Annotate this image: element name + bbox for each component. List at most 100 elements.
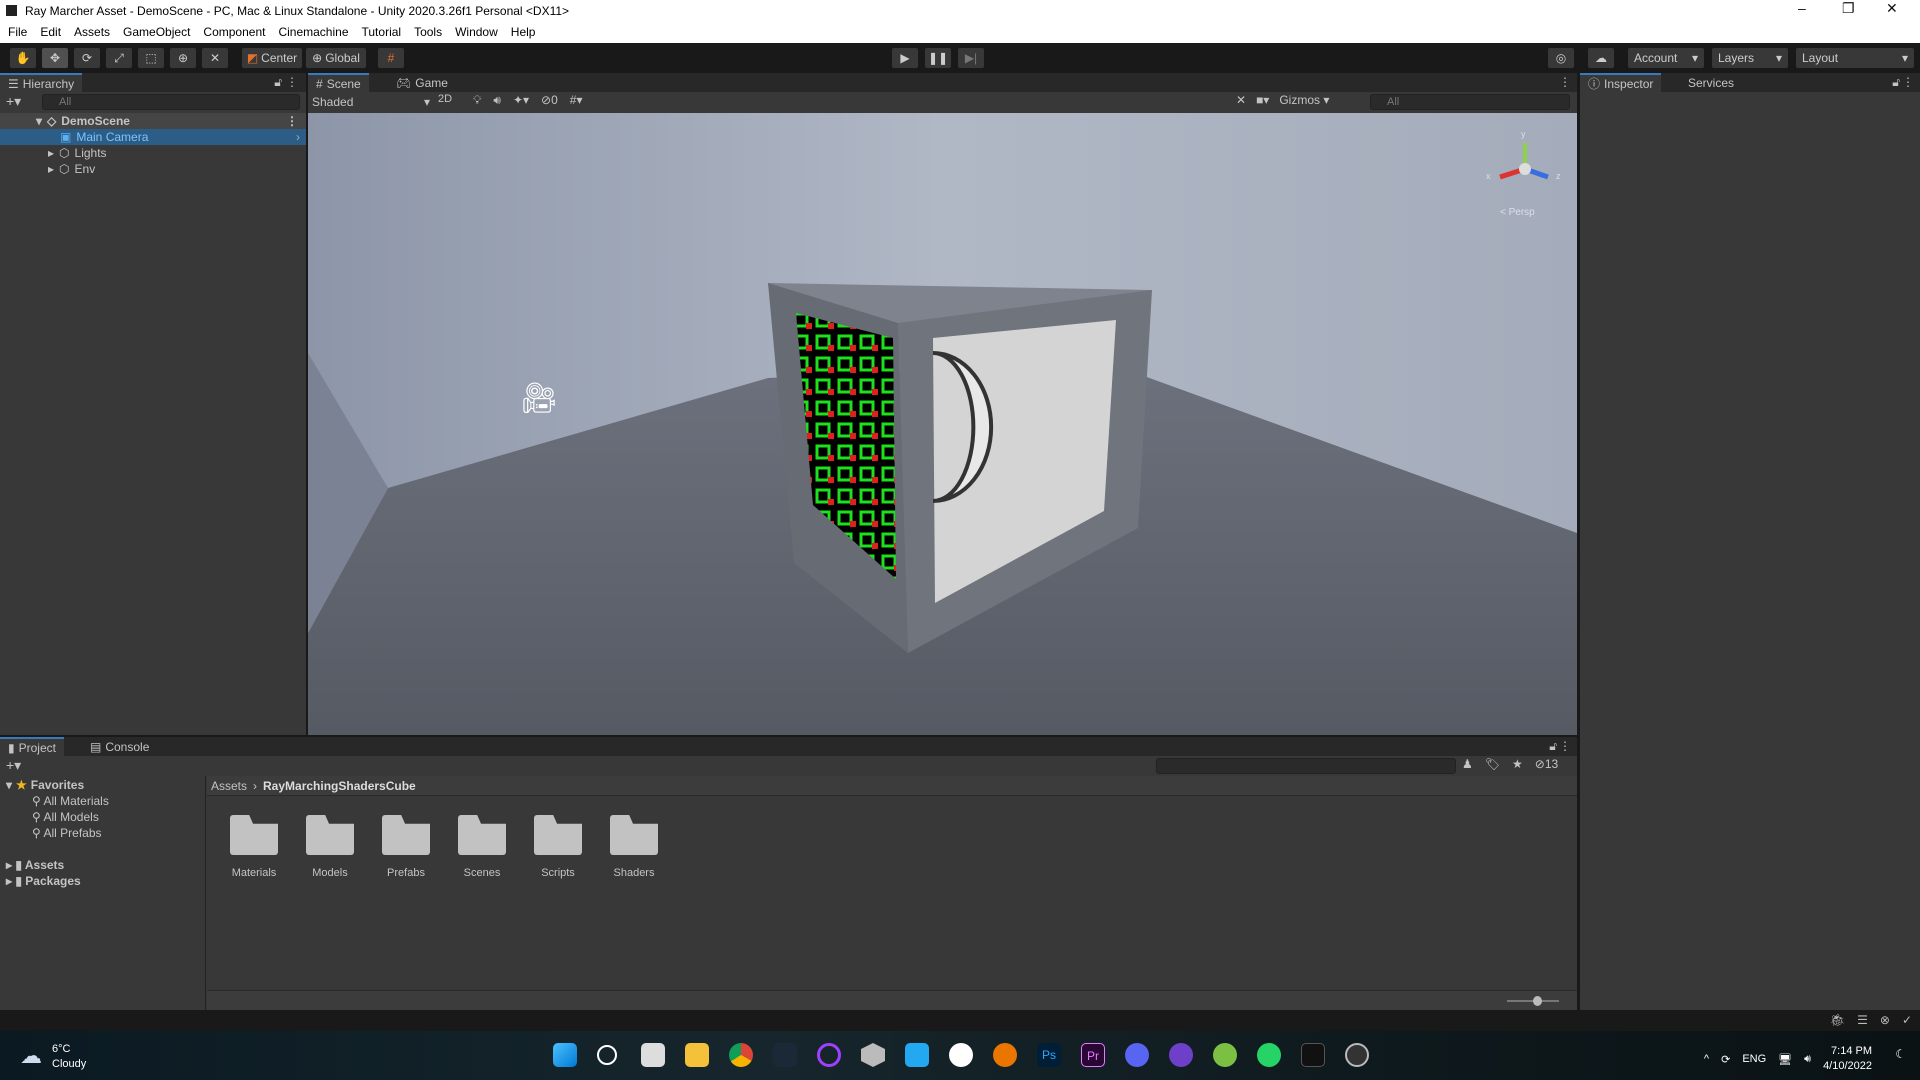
photoshop-icon[interactable]: Ps xyxy=(1037,1043,1061,1067)
menu-help[interactable]: Help xyxy=(511,25,536,39)
lock-icon[interactable]: 🔓︎ xyxy=(274,75,282,90)
favorite-all-materials[interactable]: ⚲ All Materials xyxy=(32,794,109,808)
scene-viewport[interactable]: 🎥︎ y x z < Persp xyxy=(308,113,1577,735)
packages-root[interactable]: ▸ ▮ Packages xyxy=(6,874,81,888)
cloud-icon[interactable]: ☁ xyxy=(1588,48,1614,68)
account-dropdown[interactable]: Account ▾ xyxy=(1628,48,1704,68)
cache-icon[interactable]: ☰ xyxy=(1857,1013,1868,1027)
layers-dropdown[interactable]: Layers ▾ xyxy=(1712,48,1788,68)
favorite-all-models[interactable]: ⚲ All Models xyxy=(32,810,99,824)
file-explorer-icon[interactable] xyxy=(685,1043,709,1067)
tab-console[interactable]: ▤ Console xyxy=(82,737,157,756)
unity-editor-icon[interactable] xyxy=(1301,1043,1325,1067)
filter-type-icon[interactable]: ♟ xyxy=(1462,757,1473,771)
clock[interactable]: 7:14 PM 4/10/2022 xyxy=(1823,1044,1872,1074)
tab-game[interactable]: 🎮︎ Game xyxy=(388,73,456,92)
menu-cinemachine[interactable]: Cinemachine xyxy=(278,25,348,39)
hand-tool-button[interactable]: ✋ xyxy=(10,48,36,68)
folder-scripts[interactable]: Scripts xyxy=(528,815,588,879)
tab-inspector[interactable]: ⓘ Inspector xyxy=(1580,73,1662,92)
network-icon[interactable]: 🖥︎ xyxy=(1778,1053,1792,1066)
folder-materials[interactable]: Materials xyxy=(224,815,284,879)
folder-prefabs[interactable]: Prefabs xyxy=(376,815,436,879)
hierarchy-search-input[interactable]: All xyxy=(42,94,300,110)
2d-toggle[interactable]: 2D xyxy=(438,93,452,105)
utorrent-icon[interactable] xyxy=(1213,1043,1237,1067)
notifications-icon[interactable]: ☾ xyxy=(1895,1047,1906,1061)
sync-icon[interactable]: ⟳ xyxy=(1721,1053,1730,1066)
global-space-toggle[interactable]: ⊕ Global xyxy=(306,48,366,68)
debug-icon[interactable]: 🐞︎ xyxy=(1830,1013,1845,1027)
audio-toggle-icon[interactable]: 🔊︎ xyxy=(493,93,501,108)
favorites-item[interactable]: ▾ ★ Favorites xyxy=(6,778,84,792)
more-icon[interactable]: ⋮ xyxy=(286,75,298,89)
opera-gx-icon[interactable] xyxy=(817,1043,841,1067)
hidden-objects-icon[interactable]: ⊘0 xyxy=(541,93,558,108)
hierarchy-item-lights[interactable]: ▸ ⬡ Lights xyxy=(0,145,306,161)
task-view-icon[interactable] xyxy=(641,1043,665,1067)
obs-icon[interactable] xyxy=(1345,1043,1369,1067)
more-icon[interactable]: ⋮ xyxy=(1902,75,1914,89)
whatsapp-icon[interactable] xyxy=(1257,1043,1281,1067)
folder-scenes[interactable]: Scenes xyxy=(452,815,512,879)
menu-file[interactable]: File xyxy=(8,25,27,39)
scale-tool-button[interactable]: ⤢ xyxy=(106,48,132,68)
lock-icon[interactable]: 🔓︎ xyxy=(1549,739,1557,754)
blender-icon[interactable] xyxy=(993,1043,1017,1067)
scene-search-input[interactable]: All xyxy=(1370,94,1570,110)
favorite-all-prefabs[interactable]: ⚲ All Prefabs xyxy=(32,826,102,840)
volume-icon[interactable]: 🔊︎ xyxy=(1804,1053,1811,1066)
lock-icon[interactable]: 🔓︎ xyxy=(1892,75,1900,90)
effects-toggle-icon[interactable]: ✦▾ xyxy=(513,93,529,108)
breadcrumb-assets[interactable]: Assets xyxy=(211,779,247,793)
hierarchy-item-main-camera[interactable]: ▣ Main Camera › xyxy=(0,129,306,145)
create-button[interactable]: +▾ xyxy=(6,93,21,110)
lighting-toggle-icon[interactable]: 💡︎ xyxy=(473,93,481,108)
weather-cloud-icon[interactable]: ☁ xyxy=(20,1043,42,1069)
minimize-button[interactable]: – xyxy=(1798,0,1806,16)
more-icon[interactable]: ⋮ xyxy=(1559,739,1571,753)
tab-hierarchy[interactable]: ☰ Hierarchy xyxy=(0,73,83,92)
menu-edit[interactable]: Edit xyxy=(40,25,61,39)
move-tool-button[interactable]: ✥ xyxy=(42,48,68,68)
scene-root[interactable]: ▾ ◇ DemoScene ⋮ xyxy=(0,113,306,129)
premiere-pro-icon[interactable]: Pr xyxy=(1081,1043,1105,1067)
pause-button[interactable]: ❚❚ xyxy=(925,48,951,68)
menu-component[interactable]: Component xyxy=(203,25,265,39)
unreal-engine-icon[interactable] xyxy=(949,1043,973,1067)
gizmos-dropdown[interactable]: Gizmos ▾ xyxy=(1279,93,1329,107)
pivot-center-toggle[interactable]: ◩ Center xyxy=(242,48,302,68)
menu-window[interactable]: Window xyxy=(455,25,498,39)
rect-tool-button[interactable]: ⬚ xyxy=(138,48,164,68)
layout-dropdown[interactable]: Layout ▾ xyxy=(1796,48,1914,68)
start-button-icon[interactable] xyxy=(553,1043,577,1067)
github-desktop-icon[interactable] xyxy=(1169,1043,1193,1067)
discord-icon[interactable] xyxy=(1125,1043,1149,1067)
collab-icon[interactable]: ◎ xyxy=(1548,48,1574,68)
play-button[interactable]: ▶ xyxy=(892,48,918,68)
vscode-icon[interactable] xyxy=(905,1043,929,1067)
tools-icon[interactable]: ✕ xyxy=(1236,93,1246,107)
transform-tool-button[interactable]: ⊕ xyxy=(170,48,196,68)
menu-gameobject[interactable]: GameObject xyxy=(123,25,190,39)
hidden-packages-icon[interactable]: ⊘13 xyxy=(1535,757,1558,771)
assets-root[interactable]: ▸ ▮ Assets xyxy=(6,858,64,872)
auto-generate-lighting-icon[interactable]: ⊗ xyxy=(1880,1013,1890,1027)
folder-models[interactable]: Models xyxy=(300,815,360,879)
search-icon[interactable] xyxy=(597,1045,617,1065)
menu-tools[interactable]: Tools xyxy=(414,25,442,39)
label-icon[interactable]: 🏷︎ xyxy=(1485,757,1500,771)
maximize-button[interactable]: ❐ xyxy=(1842,0,1855,17)
grid-snap-button[interactable]: # xyxy=(378,48,404,68)
tab-scene[interactable]: # Scene xyxy=(308,73,369,92)
icon-size-slider[interactable] xyxy=(1507,996,1559,1006)
favorite-star-icon[interactable]: ★ xyxy=(1512,757,1523,771)
hierarchy-item-env[interactable]: ▸ ⬡ Env xyxy=(0,161,306,177)
folder-shaders[interactable]: Shaders xyxy=(604,815,664,879)
camera-dropdown[interactable]: ■▾ xyxy=(1256,93,1269,107)
tab-services[interactable]: Services xyxy=(1680,73,1742,92)
step-button[interactable]: ▶| xyxy=(958,48,984,68)
custom-tool-button[interactable]: ✕ xyxy=(202,48,228,68)
project-search-input[interactable] xyxy=(1156,758,1456,774)
tray-chevron-icon[interactable]: ^ xyxy=(1704,1053,1709,1065)
